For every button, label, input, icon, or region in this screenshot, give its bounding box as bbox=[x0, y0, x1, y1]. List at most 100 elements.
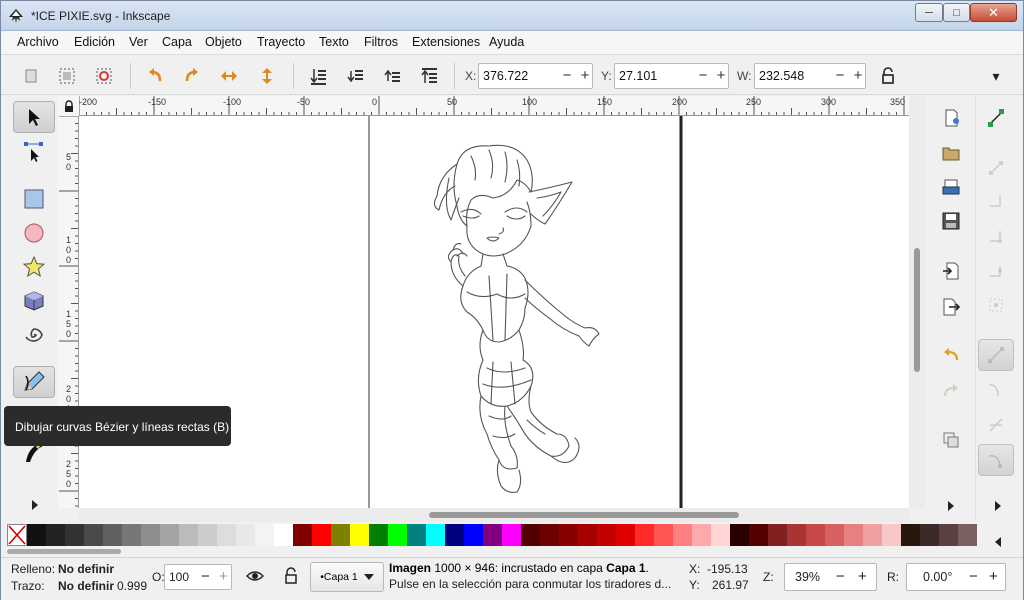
snap-more-arrow[interactable] bbox=[994, 500, 1002, 511]
color-swatch[interactable] bbox=[863, 524, 882, 546]
raise-to-top-icon[interactable] bbox=[419, 66, 439, 86]
menu-objeto[interactable]: Objeto bbox=[205, 35, 242, 49]
spiral-tool[interactable] bbox=[13, 319, 55, 351]
layer-dropdown[interactable]: •Capa 1 bbox=[310, 562, 384, 592]
color-swatch[interactable] bbox=[198, 524, 217, 546]
vertical-scrollbar[interactable] bbox=[909, 96, 925, 508]
color-swatch[interactable] bbox=[882, 524, 901, 546]
y-value[interactable]: 27.101 bbox=[619, 69, 657, 83]
lower-icon[interactable] bbox=[345, 66, 365, 86]
minimize-button[interactable]: ─ bbox=[915, 3, 943, 22]
node-tool[interactable] bbox=[13, 136, 55, 168]
color-swatch[interactable] bbox=[464, 524, 483, 546]
horizontal-scrollbar[interactable] bbox=[79, 508, 909, 522]
snap-bbox-center-icon[interactable] bbox=[978, 289, 1014, 321]
color-swatch[interactable] bbox=[616, 524, 635, 546]
menu-ver[interactable]: Ver bbox=[129, 35, 148, 49]
color-swatch[interactable] bbox=[920, 524, 939, 546]
snap-bbox-midpoint-icon[interactable] bbox=[978, 256, 1014, 288]
vertical-ruler[interactable]: 5 0 1 0 0 1 5 0 2 0 0 2 5 0 bbox=[58, 116, 79, 508]
zoom-field[interactable]: 39% − + bbox=[784, 563, 877, 591]
color-swatch[interactable] bbox=[236, 524, 255, 546]
color-swatch[interactable] bbox=[293, 524, 312, 546]
color-swatch[interactable] bbox=[711, 524, 730, 546]
eye-icon[interactable] bbox=[246, 569, 264, 586]
color-swatch[interactable] bbox=[369, 524, 388, 546]
color-swatch[interactable] bbox=[179, 524, 198, 546]
zoom-in-button[interactable]: + bbox=[858, 568, 867, 585]
color-swatch[interactable] bbox=[692, 524, 711, 546]
rotation-value[interactable]: 0.00° bbox=[923, 570, 952, 584]
opacity-field[interactable]: 100 − + bbox=[164, 564, 232, 590]
y-decrement-button[interactable]: − bbox=[695, 66, 711, 86]
selector-tool[interactable] bbox=[13, 101, 55, 133]
star-tool[interactable] bbox=[13, 251, 55, 283]
redo-icon[interactable] bbox=[941, 381, 961, 401]
color-swatch[interactable] bbox=[255, 524, 274, 546]
rotate-increment-button[interactable]: + bbox=[989, 568, 998, 585]
no-paint-swatch[interactable] bbox=[7, 524, 27, 546]
color-swatch[interactable] bbox=[521, 524, 540, 546]
color-swatch[interactable] bbox=[388, 524, 407, 546]
color-swatch[interactable] bbox=[673, 524, 692, 546]
color-swatch[interactable] bbox=[350, 524, 369, 546]
color-swatch[interactable] bbox=[730, 524, 749, 546]
save-icon[interactable] bbox=[941, 211, 961, 231]
ellipse-tool[interactable] bbox=[13, 217, 55, 249]
drawing-canvas[interactable] bbox=[79, 116, 909, 508]
color-swatch[interactable] bbox=[787, 524, 806, 546]
deselect-icon[interactable] bbox=[94, 66, 114, 86]
palette-scroll-left-arrow[interactable] bbox=[994, 536, 1002, 547]
snap-paths-icon[interactable] bbox=[978, 374, 1014, 406]
color-swatch[interactable] bbox=[274, 524, 293, 546]
lower-to-bottom-icon[interactable] bbox=[308, 66, 328, 86]
rotate-ccw-icon[interactable] bbox=[145, 66, 165, 86]
x-decrement-button[interactable]: − bbox=[559, 66, 575, 86]
color-swatch[interactable] bbox=[958, 524, 977, 546]
layer-lock-icon[interactable] bbox=[284, 567, 298, 588]
color-swatch[interactable] bbox=[939, 524, 958, 546]
color-swatch[interactable] bbox=[46, 524, 65, 546]
3d-box-tool[interactable] bbox=[13, 285, 55, 317]
color-swatch[interactable] bbox=[597, 524, 616, 546]
rotate-cw-icon[interactable] bbox=[182, 66, 202, 86]
color-swatch[interactable] bbox=[483, 524, 502, 546]
color-swatch[interactable] bbox=[84, 524, 103, 546]
color-swatch[interactable] bbox=[768, 524, 787, 546]
snap-bbox-edge-icon[interactable] bbox=[978, 186, 1014, 218]
open-folder-icon[interactable] bbox=[941, 143, 961, 163]
zoom-value[interactable]: 39% bbox=[795, 570, 820, 584]
fill-value[interactable]: No definir bbox=[58, 562, 114, 576]
color-swatch[interactable] bbox=[540, 524, 559, 546]
color-swatch[interactable] bbox=[806, 524, 825, 546]
import-icon[interactable] bbox=[941, 261, 961, 281]
select-all-layers-icon[interactable] bbox=[57, 66, 77, 86]
color-swatch[interactable] bbox=[749, 524, 768, 546]
color-swatch[interactable] bbox=[844, 524, 863, 546]
color-swatch[interactable] bbox=[122, 524, 141, 546]
toolbar-overflow-arrow[interactable]: ▾ bbox=[986, 66, 1006, 86]
snap-bbox-corner-icon[interactable] bbox=[978, 221, 1014, 253]
flip-horizontal-icon[interactable] bbox=[219, 66, 239, 86]
color-swatch[interactable] bbox=[331, 524, 350, 546]
w-increment-button[interactable]: + bbox=[850, 66, 866, 86]
y-increment-button[interactable]: + bbox=[713, 66, 729, 86]
y-field[interactable]: 27.101 − + bbox=[614, 63, 729, 89]
color-swatch[interactable] bbox=[635, 524, 654, 546]
color-swatch[interactable] bbox=[407, 524, 426, 546]
color-swatch[interactable] bbox=[103, 524, 122, 546]
color-swatch[interactable] bbox=[160, 524, 179, 546]
close-button[interactable]: ✕ bbox=[970, 3, 1017, 22]
x-field[interactable]: 376.722 − + bbox=[478, 63, 593, 89]
duplicate-icon[interactable] bbox=[941, 430, 961, 450]
w-field[interactable]: 232.548 − + bbox=[754, 63, 866, 89]
horizontal-scroll-thumb[interactable] bbox=[429, 512, 739, 518]
opacity-decrement-button[interactable]: − bbox=[201, 568, 210, 585]
lock-icon[interactable] bbox=[878, 66, 898, 86]
export-icon[interactable] bbox=[941, 297, 961, 317]
snap-nodes-icon[interactable] bbox=[978, 339, 1014, 371]
x-increment-button[interactable]: + bbox=[577, 66, 593, 86]
color-swatch[interactable] bbox=[825, 524, 844, 546]
snap-bbox-icon[interactable] bbox=[978, 152, 1014, 184]
color-swatch[interactable] bbox=[502, 524, 521, 546]
